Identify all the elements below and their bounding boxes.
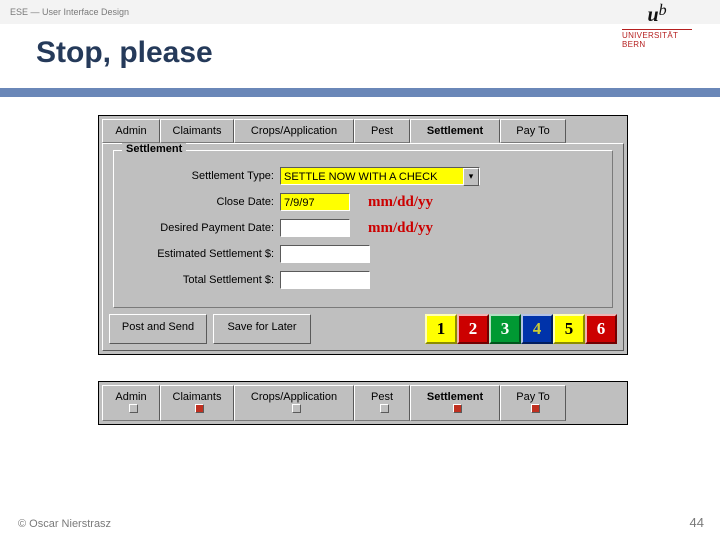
close-date-label: Close Date: bbox=[124, 196, 274, 208]
alt-tab-pay-to[interactable]: Pay To bbox=[500, 385, 566, 421]
footer-copyright: © Oscar Nierstrasz bbox=[18, 518, 111, 530]
status-indicator-icon bbox=[129, 404, 138, 413]
page-title: Stop, please bbox=[36, 36, 720, 70]
alt-tab-settlement[interactable]: Settlement bbox=[410, 385, 500, 421]
color-button-6[interactable]: 6 bbox=[585, 314, 617, 344]
color-button-1[interactable]: 1 bbox=[425, 314, 457, 344]
save-for-later-button[interactable]: Save for Later bbox=[213, 314, 311, 344]
settlement-dialog: Admin Claimants Crops/Application Pest S… bbox=[98, 115, 628, 355]
settlement-type-value: SETTLE NOW WITH A CHECK bbox=[284, 171, 437, 183]
alt-tab-claimants[interactable]: Claimants bbox=[160, 385, 234, 421]
logo-u-glyph: u bbox=[647, 4, 658, 26]
close-date-hint: mm/dd/yy bbox=[368, 194, 433, 211]
breadcrumb: ESE — User Interface Design bbox=[10, 7, 129, 17]
chevron-down-icon[interactable]: ▾ bbox=[463, 168, 479, 186]
alt-tab-crops-application[interactable]: Crops/Application bbox=[234, 385, 354, 421]
color-button-2[interactable]: 2 bbox=[457, 314, 489, 344]
color-buttons: 123456 bbox=[425, 314, 617, 344]
settlement-type-select[interactable]: SETTLE NOW WITH A CHECK ▾ bbox=[280, 167, 480, 185]
alt-tab-admin[interactable]: Admin bbox=[102, 385, 160, 421]
university-logo: ub UNIVERSITÄT BERN bbox=[622, 4, 692, 50]
est-settlement-input[interactable] bbox=[280, 245, 370, 263]
tab-payto[interactable]: Pay To bbox=[500, 119, 566, 143]
status-indicator-icon bbox=[292, 404, 301, 413]
page-number: 44 bbox=[690, 515, 704, 530]
tab-admin[interactable]: Admin bbox=[102, 119, 160, 143]
logo-line2: BERN bbox=[622, 41, 692, 50]
tab-claimants[interactable]: Claimants bbox=[160, 119, 234, 143]
tab-settlement[interactable]: Settlement bbox=[410, 119, 500, 143]
status-indicator-icon bbox=[453, 404, 462, 413]
close-date-input[interactable]: 7/9/97 bbox=[280, 193, 350, 211]
desired-payment-input[interactable] bbox=[280, 219, 350, 237]
desired-payment-hint: mm/dd/yy bbox=[368, 220, 433, 237]
group-label: Settlement bbox=[122, 143, 186, 155]
est-settlement-label: Estimated Settlement $: bbox=[124, 248, 274, 260]
color-button-5[interactable]: 5 bbox=[553, 314, 585, 344]
color-button-4[interactable]: 4 bbox=[521, 314, 553, 344]
status-indicator-icon bbox=[380, 404, 389, 413]
alt-tab-pest[interactable]: Pest bbox=[354, 385, 410, 421]
tab-crops[interactable]: Crops/Application bbox=[234, 119, 354, 143]
status-indicator-icon bbox=[195, 404, 204, 413]
logo-b-glyph: b bbox=[659, 2, 667, 19]
desired-payment-label: Desired Payment Date: bbox=[124, 222, 274, 234]
tab-row: Admin Claimants Crops/Application Pest S… bbox=[99, 116, 627, 143]
accent-bar bbox=[0, 88, 720, 97]
settlement-type-label: Settlement Type: bbox=[124, 170, 274, 182]
settlement-group: Settlement Settlement Type: SETTLE NOW W… bbox=[113, 150, 613, 308]
tab-pest[interactable]: Pest bbox=[354, 119, 410, 143]
alt-tab-strip: AdminClaimantsCrops/ApplicationPestSettl… bbox=[98, 381, 628, 425]
color-button-3[interactable]: 3 bbox=[489, 314, 521, 344]
post-and-send-button[interactable]: Post and Send bbox=[109, 314, 207, 344]
status-indicator-icon bbox=[531, 404, 540, 413]
total-settlement-input[interactable] bbox=[280, 271, 370, 289]
total-settlement-label: Total Settlement $: bbox=[124, 274, 274, 286]
